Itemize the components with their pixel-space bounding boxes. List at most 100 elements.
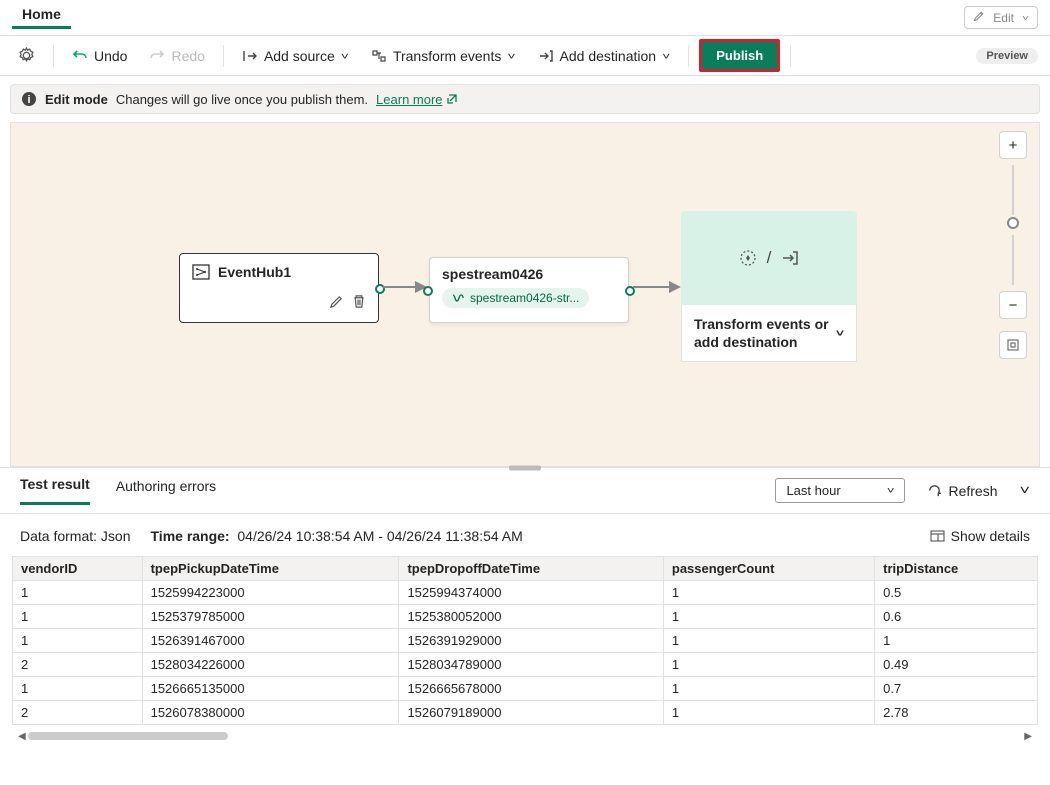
table-cell: 1	[875, 629, 1038, 653]
tab-test-result[interactable]: Test result	[20, 476, 90, 505]
show-details-button[interactable]: Show details	[930, 528, 1030, 544]
add-source-button[interactable]: Add source ˅	[234, 44, 357, 68]
preview-pill[interactable]: Preview	[976, 48, 1038, 64]
learn-more-link[interactable]: Learn more	[376, 92, 457, 107]
settings-button[interactable]	[10, 43, 43, 68]
table-cell: 1526391929000	[399, 629, 663, 653]
table-cell: 1	[663, 581, 874, 605]
table-cell: 1525994223000	[142, 581, 399, 605]
edit-mode-label: Edit mode	[45, 92, 108, 107]
scroll-thumb[interactable]	[28, 732, 228, 740]
destination-placeholder[interactable]: / Transform events or add destination ˅	[681, 211, 857, 362]
column-header[interactable]: tpepPickupDateTime	[142, 557, 399, 581]
time-range-label: Time range:	[151, 528, 230, 544]
table-cell: 0.49	[875, 653, 1038, 677]
zoom-out-button[interactable]: −	[999, 291, 1027, 319]
stream-icon	[452, 292, 464, 304]
result-table: vendorIDtpepPickupDateTimetpepDropoffDat…	[12, 556, 1038, 725]
edit-node-icon[interactable]	[329, 294, 344, 312]
table-row[interactable]: 11526665135000152666567800010.7	[13, 677, 1038, 701]
table-cell: 1	[663, 629, 874, 653]
redo-button: Redo	[141, 44, 212, 68]
zoom-track[interactable]	[1012, 165, 1014, 215]
column-header[interactable]: passengerCount	[663, 557, 874, 581]
table-cell: 1	[663, 605, 874, 629]
table-cell: 1	[13, 605, 143, 629]
info-icon: i	[21, 91, 37, 107]
chevron-down-icon: ˅	[887, 485, 895, 496]
external-link-icon	[446, 93, 458, 105]
data-format-value: Json	[101, 528, 131, 544]
eventhub-icon	[192, 264, 210, 280]
zoom-fit-button[interactable]	[999, 331, 1027, 359]
source-node-title: EventHub1	[218, 264, 291, 280]
chevron-down-icon: ˅	[662, 50, 670, 61]
publish-button[interactable]: Publish	[699, 39, 780, 72]
collapse-panel-chevron-icon[interactable]: ˅	[1019, 483, 1030, 498]
table-cell: 1	[663, 701, 874, 725]
stream-node[interactable]: spestream0426 spestream0426-str...	[429, 257, 629, 323]
add-source-label: Add source	[264, 48, 335, 64]
output-port[interactable]	[375, 284, 385, 294]
table-cell: 1526078380000	[142, 701, 399, 725]
redo-label: Redo	[171, 48, 204, 64]
scroll-right-arrow[interactable]: ▶	[1022, 731, 1034, 742]
out-dest-icon	[781, 250, 799, 266]
zoom-track[interactable]	[1012, 235, 1014, 285]
time-window-select[interactable]: Last hour ˅	[775, 478, 905, 503]
show-details-label: Show details	[951, 528, 1030, 544]
stream-node-title: spestream0426	[442, 266, 616, 282]
table-cell: 1528034226000	[142, 653, 399, 677]
table-cell: 0.7	[875, 677, 1038, 701]
chevron-down-icon: ˅	[341, 50, 349, 61]
table-cell: 1	[13, 581, 143, 605]
transform-dest-icon	[739, 249, 757, 267]
delete-node-icon[interactable]	[352, 294, 366, 312]
zoom-in-button[interactable]: +	[999, 131, 1027, 159]
zoom-handle[interactable]	[1007, 217, 1019, 229]
output-port[interactable]	[625, 286, 635, 296]
table-row[interactable]: 11525994223000152599437400010.5	[13, 581, 1038, 605]
table-row[interactable]: 21526078380000152607918900012.78	[13, 701, 1038, 725]
chevron-down-icon[interactable]: ˅	[836, 328, 844, 339]
undo-button[interactable]: Undo	[64, 44, 135, 68]
table-cell: 0.6	[875, 605, 1038, 629]
redo-icon	[149, 49, 165, 63]
destination-label: Transform events or add destination	[694, 315, 836, 351]
tab-home[interactable]: Home	[12, 6, 71, 29]
column-header[interactable]: tripDistance	[875, 557, 1038, 581]
transform-events-label: Transform events	[393, 48, 501, 64]
edit-label: Edit	[993, 11, 1014, 25]
table-row[interactable]: 11525379785000152538005200010.6	[13, 605, 1038, 629]
time-window-label: Last hour	[786, 483, 840, 498]
table-cell: 2	[13, 701, 143, 725]
scroll-left-arrow[interactable]: ◀	[16, 731, 28, 742]
stream-pill-label: spestream0426-str...	[470, 291, 579, 305]
canvas[interactable]: EventHub1 spestream0426 spestream0426-st…	[10, 122, 1040, 467]
table-cell: 2.78	[875, 701, 1038, 725]
column-header[interactable]: vendorID	[13, 557, 143, 581]
transform-events-button[interactable]: Transform events ˅	[363, 44, 524, 68]
table-cell: 1526079189000	[399, 701, 663, 725]
table-cell: 1	[13, 677, 143, 701]
result-table-wrap: vendorIDtpepPickupDateTimetpepDropoffDat…	[12, 556, 1038, 725]
details-icon	[930, 530, 945, 542]
horizontal-scrollbar[interactable]: ◀ ▶	[12, 729, 1038, 743]
resize-grip[interactable]	[509, 466, 541, 471]
refresh-button[interactable]: Refresh	[919, 479, 1005, 503]
table-cell: 1	[663, 653, 874, 677]
edit-mode-pill[interactable]: Edit ˅	[964, 6, 1038, 29]
source-node[interactable]: EventHub1	[179, 253, 379, 323]
table-cell: 1525379785000	[142, 605, 399, 629]
table-row[interactable]: 11526391467000152639192900011	[13, 629, 1038, 653]
data-format-label: Data format:	[20, 528, 97, 544]
table-row[interactable]: 21528034226000152803478900010.49	[13, 653, 1038, 677]
input-port[interactable]	[423, 286, 433, 296]
table-cell: 2	[13, 653, 143, 677]
tab-authoring-errors[interactable]: Authoring errors	[116, 478, 216, 504]
column-header[interactable]: tpepDropoffDateTime	[399, 557, 663, 581]
destination-icons: /	[681, 211, 857, 305]
zoom-controls: + −	[999, 131, 1027, 359]
table-cell: 1526391467000	[142, 629, 399, 653]
add-destination-button[interactable]: Add destination ˅	[530, 44, 679, 68]
